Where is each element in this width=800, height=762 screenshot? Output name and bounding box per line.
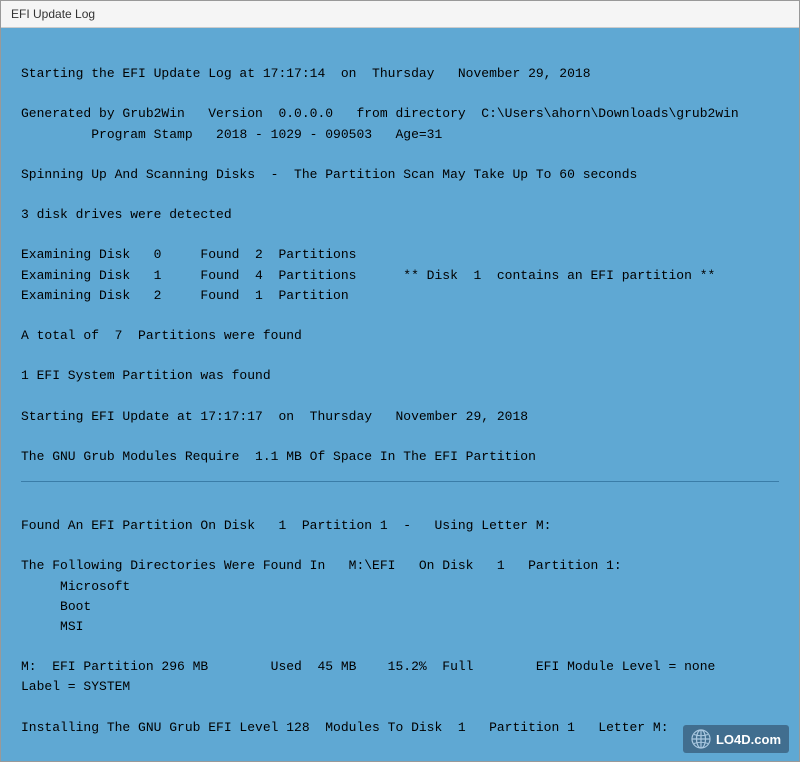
window-title: EFI Update Log xyxy=(11,7,95,21)
watermark-badge: LO4D.com xyxy=(683,725,789,753)
title-bar: EFI Update Log xyxy=(1,1,799,28)
log-content: Starting the EFI Update Log at 17:17:14 … xyxy=(21,44,779,467)
log-efi-found: 1 EFI System Partition was found xyxy=(21,368,271,383)
log-disk1: Examining Disk 1 Found 4 Partitions ** D… xyxy=(21,268,715,283)
log-partition-info: M: EFI Partition 296 MB Used 45 MB 15.2%… xyxy=(21,659,778,694)
log-line-1: Starting the EFI Update Log at 17:17:14 … xyxy=(21,66,591,81)
log-dir2: Boot xyxy=(21,599,91,614)
log-disk2: Examining Disk 2 Found 1 Partition xyxy=(21,288,349,303)
log-installing: Installing The GNU Grub EFI Level 128 Mo… xyxy=(21,720,669,735)
main-window: EFI Update Log Starting the EFI Update L… xyxy=(0,0,800,762)
log-disk0: Examining Disk 0 Found 2 Partitions xyxy=(21,247,356,262)
log-content-2: Found An EFI Partition On Disk 1 Partiti… xyxy=(21,496,779,761)
log-gnu-grub: The GNU Grub Modules Require 1.1 MB Of S… xyxy=(21,449,536,464)
log-setting: Setting up Grub2Win to run with 64 bit E… xyxy=(21,760,419,761)
log-line-4: Spinning Up And Scanning Disks - The Par… xyxy=(21,167,637,182)
log-dir3: MSI xyxy=(21,619,83,634)
watermark-text: LO4D.com xyxy=(716,732,781,747)
log-line-3: Program Stamp 2018 - 1029 - 090503 Age=3… xyxy=(21,127,442,142)
log-line-5: 3 disk drives were detected xyxy=(21,207,232,222)
globe-icon xyxy=(691,729,711,749)
content-area: Starting the EFI Update Log at 17:17:14 … xyxy=(1,28,799,761)
log-following: The Following Directories Were Found In … xyxy=(21,558,622,573)
log-line-2: Generated by Grub2Win Version 0.0.0.0 fr… xyxy=(21,106,739,121)
log-found-efi: Found An EFI Partition On Disk 1 Partiti… xyxy=(21,518,552,533)
divider xyxy=(21,481,779,482)
log-dir1: Microsoft xyxy=(21,579,130,594)
log-start-update: Starting EFI Update at 17:17:17 on Thurs… xyxy=(21,409,528,424)
log-total: A total of 7 Partitions were found xyxy=(21,328,302,343)
